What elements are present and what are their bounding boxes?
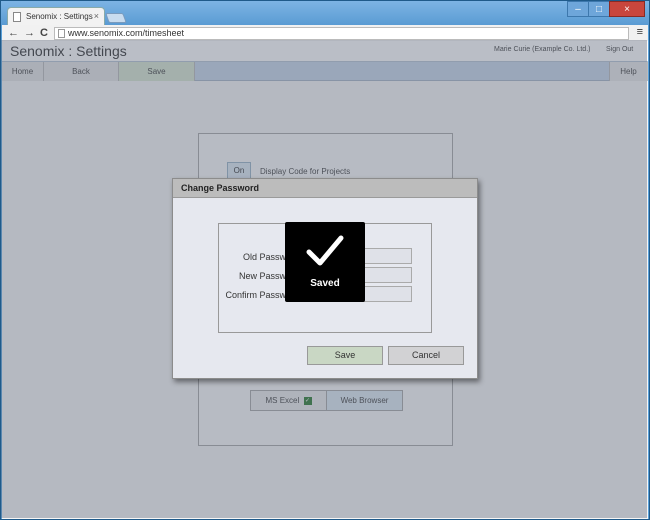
forward-arrow-icon[interactable]: → [24, 27, 35, 39]
dialog-cancel-button[interactable]: Cancel [388, 346, 464, 365]
new-tab-button[interactable] [105, 13, 127, 23]
page-icon [58, 29, 65, 38]
dialog-save-button[interactable]: Save [307, 346, 383, 365]
window-controls: – □ × [567, 1, 645, 17]
title-bar: Senomix : Settings × – □ × [1, 1, 649, 25]
browser-menu-icon[interactable]: ≡ [637, 26, 643, 38]
tab-close-icon[interactable]: × [94, 11, 99, 21]
browser-toolbar: ← → C www.senomix.com/timesheet ≡ [2, 25, 648, 41]
checkmark-icon [306, 235, 344, 266]
browser-tab[interactable]: Senomix : Settings × [7, 7, 105, 25]
minimize-button[interactable]: – [567, 1, 589, 17]
url-text: www.senomix.com/timesheet [68, 28, 185, 38]
maximize-button[interactable]: □ [588, 1, 610, 17]
reload-icon[interactable]: C [40, 27, 48, 39]
page-icon [13, 12, 21, 22]
close-window-button[interactable]: × [609, 1, 645, 17]
back-arrow-icon[interactable]: ← [8, 27, 19, 39]
tab-title: Senomix : Settings [26, 12, 93, 21]
dialog-title: Change Password [173, 179, 477, 198]
address-bar[interactable]: www.senomix.com/timesheet [54, 27, 629, 40]
saved-toast: Saved [285, 222, 365, 302]
saved-label: Saved [310, 278, 340, 289]
